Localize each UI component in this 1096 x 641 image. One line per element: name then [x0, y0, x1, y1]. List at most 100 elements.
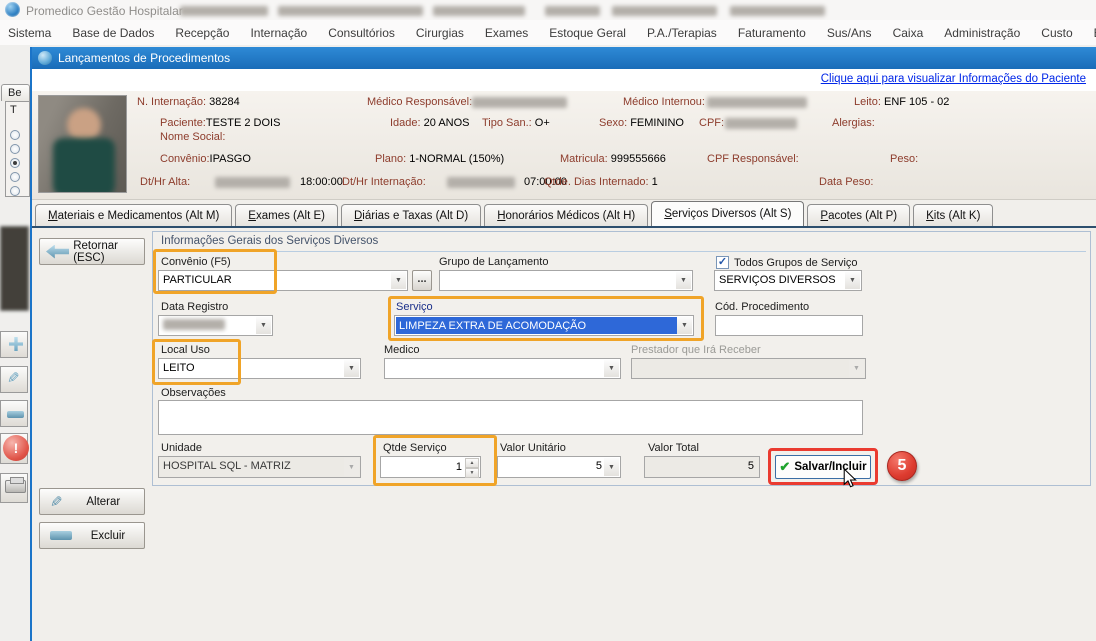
patient-info-link[interactable]: Clique aqui para visualizar Informações …: [821, 73, 1086, 85]
radio-button[interactable]: [10, 130, 20, 140]
add-button-fragment[interactable]: [0, 331, 28, 358]
redacted-text: [612, 6, 717, 16]
radio-button-selected[interactable]: [10, 158, 20, 168]
edit-button-fragment[interactable]: ✎: [0, 366, 28, 393]
internacao-label: N. Internação:: [137, 96, 206, 108]
warning-icon: !: [3, 435, 29, 461]
medico-label: Medico: [384, 344, 419, 356]
menu-item-base-de-dados[interactable]: Base de Dados: [72, 26, 154, 40]
radio-button[interactable]: [10, 186, 20, 196]
convenio-combo[interactable]: PARTICULAR ▼: [158, 270, 408, 291]
lancamentos-window: Lançamentos de Procedimentos Clique aqui…: [30, 47, 1096, 641]
alergias-label: Alergias:: [832, 117, 875, 129]
minus-icon: [50, 531, 72, 540]
menu-item-caixa[interactable]: Caixa: [893, 26, 924, 40]
observacoes-textarea[interactable]: [158, 400, 863, 435]
paciente-label: Paciente:: [160, 117, 206, 129]
convenio-f5-label: Convênio (F5): [161, 256, 231, 268]
tab-kits[interactable]: Kits (Alt K): [913, 204, 993, 226]
dthr-alta-label: Dt/Hr Alta:: [140, 176, 190, 188]
tab-exames[interactable]: Exames (Alt E): [235, 204, 338, 226]
spin-up-icon[interactable]: ▲: [465, 458, 479, 468]
cpf-label: CPF:: [699, 117, 724, 129]
tab-diarias-taxas[interactable]: Diárias e Taxas (Alt D): [341, 204, 481, 226]
print-button-fragment[interactable]: [0, 473, 28, 503]
menu-item-custo[interactable]: Custo: [1041, 26, 1072, 40]
pencil-icon: ✎: [7, 369, 20, 387]
menu-item-exames[interactable]: Exames: [485, 26, 528, 40]
back-arrow-icon: [46, 245, 69, 259]
remove-button-fragment[interactable]: [0, 400, 28, 427]
background-partial-label: T: [10, 104, 17, 116]
chevron-down-icon: ▼: [604, 458, 619, 476]
convenio-browse-button[interactable]: ...: [412, 270, 432, 291]
cod-procedimento-input[interactable]: [715, 315, 863, 336]
servico-combo[interactable]: LIMPEZA EXTRA DE ACOMODAÇÃO ▼: [394, 315, 694, 336]
menu-item-recepcao[interactable]: Recepção: [175, 26, 229, 40]
menu-item-cirurgias[interactable]: Cirurgias: [416, 26, 464, 40]
app-logo-icon: [5, 2, 20, 17]
menu-item-consultorios[interactable]: Consultórios: [328, 26, 395, 40]
todos-grupos-checkbox[interactable]: ✓: [716, 256, 729, 269]
step-number-badge: 5: [887, 451, 917, 481]
background-partial-panel: T: [5, 101, 30, 197]
chevron-down-icon: ▼: [604, 360, 619, 377]
background-partial-tab: Be: [1, 84, 30, 101]
tab-strip: Materiais e Medicamentos (Alt M) Exames …: [32, 200, 1096, 226]
menu-item-internacao[interactable]: Internação: [250, 26, 307, 40]
redacted-text: [472, 97, 567, 108]
local-uso-label: Local Uso: [161, 344, 210, 356]
spin-down-icon[interactable]: ▼: [465, 468, 479, 478]
plano-label: Plano:: [375, 153, 406, 165]
app-titlebar: Promedico Gestão Hospitalar: [0, 0, 1096, 20]
local-uso-combo[interactable]: LEITO ▼: [158, 358, 361, 379]
redacted-text: [215, 177, 290, 188]
chevron-down-icon: ▼: [677, 317, 692, 334]
redacted-text: [725, 118, 797, 129]
plano-value: 1-NORMAL (150%): [409, 153, 504, 165]
qtde-servico-stepper[interactable]: 1 ▲ ▼: [380, 456, 481, 478]
menu-item-faturamento[interactable]: Faturamento: [738, 26, 806, 40]
link-row: Clique aqui para visualizar Informações …: [32, 69, 1096, 91]
medico-combo[interactable]: ▼: [384, 358, 621, 379]
grupo-servico-combo[interactable]: SERVIÇOS DIVERSOS ▼: [714, 270, 862, 291]
tab-pacotes[interactable]: Pacotes (Alt P): [807, 204, 910, 226]
sexo-label: Sexo:: [599, 117, 627, 129]
chevron-down-icon: ▼: [344, 360, 359, 377]
radio-button[interactable]: [10, 172, 20, 182]
valor-total-label: Valor Total: [648, 442, 699, 454]
leito-value: ENF 105 - 02: [884, 96, 949, 108]
menu-item-pa-terapias[interactable]: P.A./Terapias: [647, 26, 717, 40]
grupo-lancamento-combo[interactable]: ▼: [439, 270, 693, 291]
menu-item-estoque-geral[interactable]: Estoque Geral: [549, 26, 626, 40]
tab-materiais-medicamentos[interactable]: Materiais e Medicamentos (Alt M): [35, 204, 232, 226]
tab-content: Retornar (ESC) ✎ Alterar Excluir Informa…: [32, 226, 1096, 641]
excluir-button[interactable]: Excluir: [39, 522, 145, 549]
menu-item-sistema[interactable]: Sistema: [8, 26, 51, 40]
todos-grupos-label: Todos Grupos de Serviço: [734, 257, 858, 269]
redacted-text: [707, 97, 807, 108]
menu-item-administracao[interactable]: Administração: [944, 26, 1020, 40]
unidade-combo: HOSPITAL SQL - MATRIZ ▼: [158, 456, 361, 478]
alterar-button[interactable]: ✎ Alterar: [39, 488, 145, 515]
chevron-down-icon: ▼: [845, 272, 860, 289]
matricula-label: Matricula:: [560, 153, 608, 165]
dias-internado-label: Qtde. Dias Internado:: [544, 176, 649, 188]
retornar-button[interactable]: Retornar (ESC): [39, 238, 145, 265]
redacted-text: [278, 6, 423, 16]
servico-label: Serviço: [396, 301, 433, 313]
tipo-san-label: Tipo San.:: [482, 117, 532, 129]
chevron-down-icon: ▼: [256, 317, 271, 334]
menu-item-sus-ans[interactable]: Sus/Ans: [827, 26, 872, 40]
cpf-resp-label: CPF Responsável:: [707, 153, 799, 165]
tab-honorarios-medicos[interactable]: Honorários Médicos (Alt H): [484, 204, 648, 226]
chevron-down-icon: ▼: [676, 272, 691, 289]
radio-button[interactable]: [10, 144, 20, 154]
dias-internado-value: 1: [652, 176, 658, 188]
menu-bar: Sistema Base de Dados Recepção Internaçã…: [0, 20, 1096, 45]
convenio-value: IPASGO: [210, 153, 251, 165]
alert-button-fragment[interactable]: !: [0, 433, 28, 464]
check-icon: ✔: [779, 459, 790, 475]
valor-unitario-combo[interactable]: 5 ▼: [497, 456, 621, 478]
tab-servicos-diversos[interactable]: Serviços Diversos (Alt S): [651, 201, 804, 226]
